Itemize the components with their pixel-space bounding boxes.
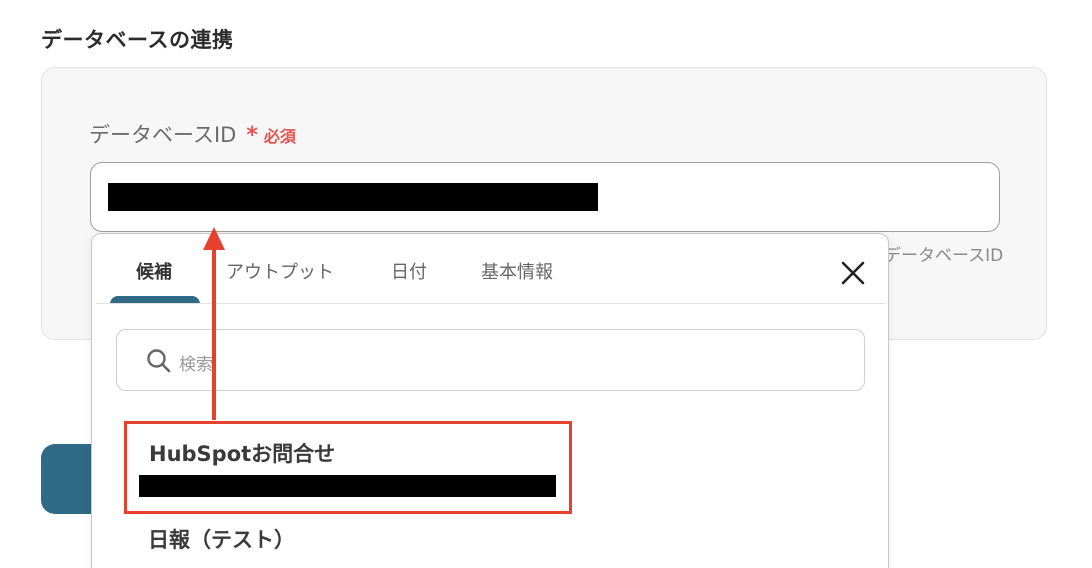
close-icon xyxy=(841,261,865,285)
section-title: データベースの連携 xyxy=(41,28,234,52)
tab-date[interactable]: 日付 xyxy=(391,258,427,284)
close-button[interactable] xyxy=(838,258,868,288)
search-input[interactable]: 検索 xyxy=(116,329,865,391)
redacted-input-value xyxy=(108,183,598,211)
required-badge: 必須 xyxy=(263,127,296,146)
tab-basic-info[interactable]: 基本情報 xyxy=(481,258,553,284)
list-item-title: HubSpotお問合せ xyxy=(149,442,336,466)
search-placeholder: 検索 xyxy=(179,355,213,375)
field-label-text: データベースID xyxy=(89,123,237,147)
search-icon xyxy=(147,349,171,373)
redacted-item-id xyxy=(139,475,556,497)
dropdown-tabs: 候補 アウトプット 日付 基本情報 xyxy=(92,234,888,304)
tab-candidates[interactable]: 候補 xyxy=(136,258,172,284)
list-item-hubspot[interactable]: HubSpotお問合せ xyxy=(124,421,572,514)
required-asterisk: * xyxy=(246,123,258,148)
tab-output[interactable]: アウトプット xyxy=(226,258,334,284)
suggestion-dropdown: 候補 アウトプット 日付 基本情報 検索 HubSpotお問合せ 日報（テスト） xyxy=(91,233,889,568)
app-root: データベースの連携 データベースID * 必須 データベースID 候補 アウトプ… xyxy=(0,0,1092,568)
field-hint-text: データベースID xyxy=(884,246,1004,266)
tab-divider xyxy=(96,303,886,304)
field-label: データベースID * 必須 xyxy=(89,119,296,149)
list-item-daily-report[interactable]: 日報（テスト） xyxy=(148,524,295,554)
field-hint: データベースID xyxy=(884,241,1003,266)
